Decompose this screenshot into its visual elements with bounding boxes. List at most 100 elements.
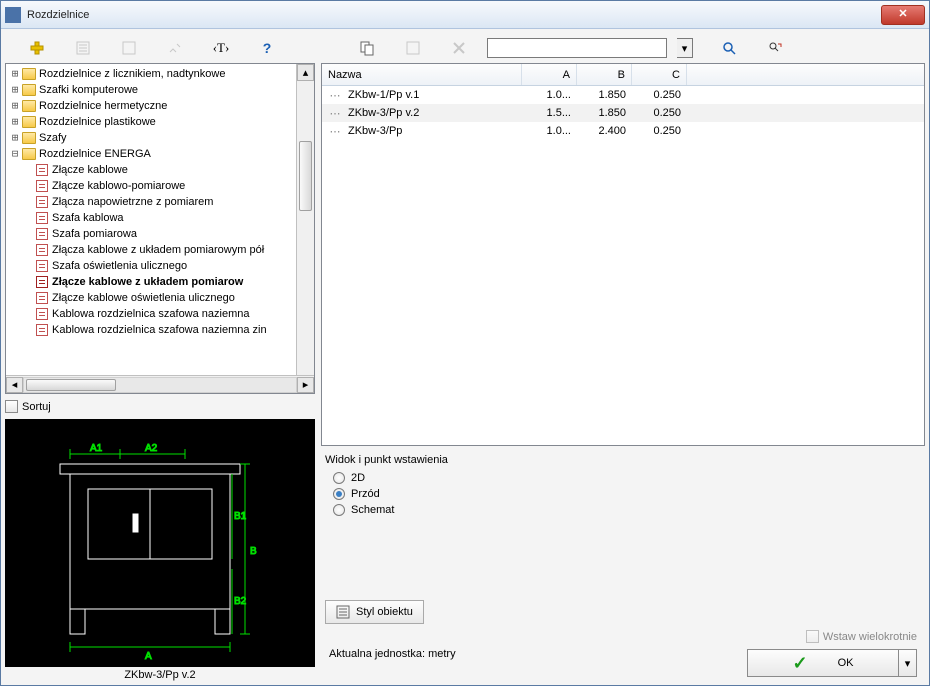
search-dropdown[interactable]: ▾ (677, 38, 693, 58)
expand-icon[interactable]: ⊞ (8, 98, 22, 114)
tree-vscrollbar[interactable]: ▴ (296, 64, 314, 375)
page-icon (36, 164, 48, 176)
list-row[interactable]: ⋯ZKbw-1/Pp v.11.0...1.8500.250 (322, 86, 924, 104)
tree-item[interactable]: ··Szafa oświetlenia ulicznego (8, 258, 312, 274)
tree-folder-open[interactable]: ⊟Rozdzielnice ENERGA (8, 146, 312, 162)
expand-icon[interactable]: ⊞ (8, 130, 22, 146)
tree-item[interactable]: ··Złącze kablowe z układem pomiarow (8, 274, 312, 290)
tree-folder[interactable]: ⊞Rozdzielnice hermetyczne (8, 98, 312, 114)
tree-folder[interactable]: ⊞ Rozdzielnice plastikowe (8, 114, 312, 130)
radio-label: Schemat (351, 504, 394, 516)
tree-label: Rozdzielnice plastikowe (39, 114, 156, 130)
titlebar: Rozdzielnice ✕ (1, 1, 929, 29)
tree-item[interactable]: ··Kablowa rozdzielnica szafowa naziemna (8, 306, 312, 322)
tree-label: Złącze kablowo-pomiarowe (52, 178, 185, 194)
tree-item[interactable]: ··Złącza napowietrzne z pomiarem (8, 194, 312, 210)
row-a: 1.5... (522, 107, 577, 119)
preview-caption: ZKbw-3/Pp v.2 (5, 669, 315, 681)
folder-icon (22, 84, 36, 96)
row-b: 1.850 (577, 89, 632, 101)
page-icon (36, 324, 48, 336)
collapse-icon[interactable]: ⊟ (8, 146, 22, 162)
tree-item[interactable]: ··Kablowa rozdzielnica szafowa naziemna … (8, 322, 312, 338)
folder-icon (22, 68, 36, 80)
tree-folder[interactable]: ⊞ Rozdzielnice z licznikiem, nadtynkowe (8, 66, 312, 82)
tree-item[interactable]: ··Złącze kablowo-pomiarowe (8, 178, 312, 194)
scroll-up-icon[interactable]: ▴ (297, 64, 314, 81)
tree-item[interactable]: ··Szafa kablowa (8, 210, 312, 226)
ok-label: OK (838, 657, 854, 669)
dim-a2: A2 (145, 443, 158, 454)
tree-folder[interactable]: ⊞Szafki komputerowe (8, 82, 312, 98)
tree-item[interactable]: ··Złącze kablowe (8, 162, 312, 178)
tree-item[interactable]: ··Szafa pomiarowa (8, 226, 312, 242)
expand-icon[interactable]: ⊞ (8, 82, 22, 98)
search-input[interactable] (487, 38, 667, 58)
content-area: ‹T› ? ▾ ⊞ Rozdzielnice z licznikiem, nadt… (1, 29, 929, 685)
scroll-thumb[interactable] (26, 379, 116, 391)
row-indent-icon: ⋯ (322, 107, 348, 120)
tree-hscrollbar[interactable]: ◂ ▸ (6, 375, 314, 393)
col-b[interactable]: B (577, 64, 632, 85)
scroll-right-icon[interactable]: ▸ (297, 377, 314, 393)
folder-icon (22, 100, 36, 112)
view-radio[interactable]: Schemat (333, 504, 921, 516)
style-icon (336, 605, 350, 619)
dialog-window: Rozdzielnice ✕ ‹T› ? ▾ (0, 0, 930, 686)
view-radio[interactable]: 2D (333, 472, 921, 484)
help-button[interactable]: ? (257, 38, 277, 58)
find-next-button[interactable] (765, 38, 785, 58)
tree-label: Rozdzielnice z licznikiem, nadtynkowe (39, 66, 225, 82)
radio-icon[interactable] (333, 488, 345, 500)
object-style-button[interactable]: Styl obiektu (325, 600, 424, 624)
scroll-thumb[interactable] (299, 141, 312, 211)
list-row[interactable]: ⋯ZKbw-3/Pp v.21.5...1.8500.250 (322, 104, 924, 122)
sort-checkbox[interactable] (5, 400, 18, 413)
page-icon (36, 228, 48, 240)
row-name: ZKbw-3/Pp (348, 125, 522, 137)
tree-item[interactable]: ··Złącza kablowe z układem pomiarowym pó… (8, 242, 312, 258)
copy-button[interactable] (357, 38, 377, 58)
preview-pane: A1 A2 A B B1 B2 (5, 419, 315, 667)
tree-label: Szafa pomiarowa (52, 226, 137, 242)
toolbar: ‹T› ? ▾ (5, 33, 925, 63)
view-options-title: Widok i punkt wstawienia (325, 454, 921, 466)
window-title: Rozdzielnice (27, 9, 881, 21)
add-button[interactable] (27, 38, 47, 58)
folder-icon (22, 148, 36, 160)
view-radio[interactable]: Przód (333, 488, 921, 500)
page-icon (36, 260, 48, 272)
tree-item[interactable]: ··Złącze kablowe oświetlenia ulicznego (8, 290, 312, 306)
dim-b1: B1 (234, 511, 247, 522)
radio-icon[interactable] (333, 504, 345, 516)
insert-multiple-checkbox[interactable] (806, 630, 819, 643)
dim-a1: A1 (90, 443, 103, 454)
col-c[interactable]: C (632, 64, 687, 85)
scroll-left-icon[interactable]: ◂ (6, 377, 23, 393)
item-list: Nazwa A B C ⋯ZKbw-1/Pp v.11.0...1.8500.2… (321, 63, 925, 446)
delete-button (449, 38, 469, 58)
list-header: Nazwa A B C (322, 64, 924, 86)
category-tree[interactable]: ⊞Rozdzielnice z licznikiem, nadtynkowe⊞S… (5, 63, 315, 394)
tree-label: Złącza kablowe z układem pomiarowym pół (52, 242, 264, 258)
col-a[interactable]: A (522, 64, 577, 85)
radio-label: Przód (351, 488, 380, 500)
ok-dropdown[interactable]: ▾ (898, 650, 916, 676)
search-button[interactable] (719, 38, 739, 58)
radio-icon[interactable] (333, 472, 345, 484)
col-name[interactable]: Nazwa (322, 64, 522, 85)
dim-b: B (250, 546, 257, 557)
dim-b2: B2 (234, 596, 247, 607)
page-icon (36, 212, 48, 224)
close-button[interactable]: ✕ (881, 5, 925, 25)
row-c: 0.250 (632, 125, 687, 137)
list-row[interactable]: ⋯ZKbw-3/Pp1.0...2.4000.250 (322, 122, 924, 140)
dim-a: A (145, 651, 152, 662)
tree-folder[interactable]: ⊞Szafy (8, 130, 312, 146)
properties-button (73, 38, 93, 58)
text-tool-button[interactable]: ‹T› (211, 38, 231, 58)
expand-icon[interactable]: ⊞ (8, 66, 22, 82)
ok-button[interactable]: ✓ OK (748, 650, 898, 676)
expand-icon[interactable]: ⊞ (8, 114, 22, 130)
tree-label: Kablowa rozdzielnica szafowa naziemna (52, 306, 250, 322)
